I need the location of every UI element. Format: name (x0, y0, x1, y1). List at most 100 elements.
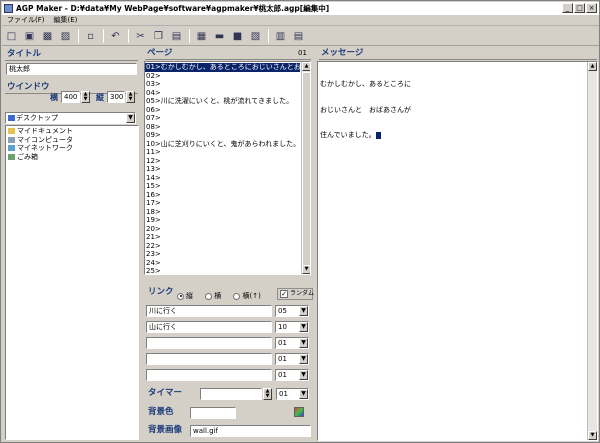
title-bar: AGP Maker - D:¥data¥My WebPage¥software¥… (2, 2, 599, 15)
maximize-button[interactable]: □ (574, 3, 585, 13)
timer-input[interactable] (200, 388, 262, 400)
page-scrollbar[interactable]: ▲ ▼ (301, 62, 310, 274)
page-line[interactable]: 12> (145, 157, 300, 166)
page-line[interactable]: 10>山に芝刈りにいくと、鬼があらわれました。 (145, 140, 300, 149)
toolbar: □ ▣ ▩ ▨ ▫ ↶ ✂ ❐ ▤ ▦ ▬ ■ ▧ ▥ ▤ (2, 27, 599, 46)
drive-select[interactable]: デスクトップ (5, 112, 136, 124)
page-line[interactable]: 06> (145, 106, 300, 115)
page-line[interactable]: 02> (145, 72, 300, 81)
page-line[interactable]: 15> (145, 182, 300, 191)
delete-page-icon[interactable]: ▧ (249, 30, 262, 43)
page-line[interactable]: 03> (145, 80, 300, 89)
move-page-icon[interactable]: ▬ (213, 30, 226, 43)
menu-edit[interactable]: 編集(E) (54, 15, 78, 25)
recycle-bin-icon (8, 153, 15, 160)
link-page-dropdown-arrow[interactable]: ▼ (299, 370, 308, 380)
insert-page-icon[interactable]: ▦ (195, 30, 208, 43)
page-line[interactable]: 19> (145, 216, 300, 225)
page-line[interactable]: 23> (145, 250, 300, 259)
width-label: 横 (50, 93, 58, 102)
link-page-dropdown-arrow[interactable]: ▼ (299, 338, 308, 348)
height-input[interactable]: 300 (107, 91, 125, 103)
page-number: 01 (298, 49, 307, 57)
page-line[interactable]: 11> (145, 148, 300, 157)
close-button[interactable]: × (586, 3, 597, 13)
height-spinner[interactable]: ▲ ▼ (126, 91, 135, 103)
export-icon[interactable]: ▥ (274, 30, 287, 43)
radio-vertical[interactable]: 縦 (177, 292, 193, 300)
link-text-input[interactable] (146, 353, 272, 365)
undo-icon[interactable]: ↶ (109, 30, 122, 43)
link-page-dropdown-arrow[interactable]: ▼ (299, 322, 308, 332)
page-line[interactable]: 21> (145, 233, 300, 242)
page-line[interactable]: 13> (145, 165, 300, 174)
radio-horizontal[interactable]: 横 (205, 292, 221, 300)
page-editor[interactable]: 01>むかしむかし、あるところにおじいさんとおば 02> 03> 04> 05>川に洗濯… (144, 61, 311, 275)
menu-file[interactable]: ファイル(F) (7, 15, 45, 25)
page-line[interactable]: 20> (145, 225, 300, 234)
radio-horizontal-up[interactable]: 横(↑) (233, 292, 261, 300)
link-text-input[interactable]: 山に行く (146, 321, 272, 333)
minimize-button[interactable]: _ (562, 3, 573, 13)
menu-bar: ファイル(F) 編集(E) (2, 15, 599, 26)
new-file-icon[interactable]: □ (5, 30, 18, 43)
app-window: AGP Maker - D:¥data¥My WebPage¥software¥… (0, 0, 600, 443)
computer-icon (8, 136, 15, 143)
page-line[interactable]: 09> (145, 131, 300, 140)
drive-select-value: デスクトップ (16, 114, 58, 122)
scroll-down-arrow[interactable]: ▼ (302, 265, 310, 274)
print-icon[interactable]: ▤ (292, 30, 305, 43)
color-picker-icon[interactable] (294, 407, 304, 417)
scroll-up-arrow[interactable]: ▲ (302, 62, 310, 71)
title-input[interactable]: 桃太郎 (6, 63, 137, 75)
page-line[interactable]: 01>むかしむかし、あるところにおじいさんとおば (145, 63, 308, 72)
timer-page-dropdown-arrow[interactable]: ▼ (299, 389, 308, 399)
message-editor[interactable]: むかしむかし、あるところに おじいさんと おばあさんが 住んでいました。 ▲ ▼ (317, 61, 598, 441)
link-text-input[interactable] (146, 369, 272, 381)
bg-image-label: 背景画像 (148, 425, 183, 435)
drive-dropdown-arrow[interactable]: ▼ (126, 113, 135, 123)
link-page-dropdown-arrow[interactable]: ▼ (299, 354, 308, 364)
page-line[interactable]: 14> (145, 174, 300, 183)
link-text-input[interactable] (146, 337, 272, 349)
page-line[interactable]: 16> (145, 191, 300, 200)
desktop-icon (8, 115, 15, 121)
width-spinner[interactable]: ▲ ▼ (81, 91, 90, 103)
page-line[interactable]: 17> (145, 199, 300, 208)
random-checkbox[interactable]: ✓ ランダム (277, 288, 314, 300)
page-lines: 01>むかしむかし、あるところにおじいさんとおば 02> 03> 04> 05>川に洗濯… (145, 63, 308, 274)
bg-color-input[interactable] (190, 407, 236, 419)
link-page-dropdown-arrow[interactable]: ▼ (299, 306, 308, 316)
message-scroll-down-arrow[interactable]: ▼ (588, 431, 597, 440)
text-cursor (375, 131, 381, 139)
page-line[interactable]: 22> (145, 242, 300, 251)
page-line[interactable]: 07> (145, 114, 300, 123)
page-line[interactable]: 04> (145, 89, 300, 98)
folder-icon (8, 128, 15, 135)
copy-icon[interactable]: ❐ (152, 30, 165, 43)
message-scroll-up-arrow[interactable]: ▲ (588, 62, 597, 71)
scroll-thumb[interactable] (302, 72, 310, 267)
image-page-icon[interactable]: ■ (231, 30, 244, 43)
timer-label: タイマー (148, 388, 183, 398)
save-as-icon[interactable]: ▨ (59, 30, 72, 43)
page-line[interactable]: 25> (145, 267, 300, 274)
page-line[interactable]: 24> (145, 259, 300, 268)
folder-tree: マイドキュメント マイコンピュータ マイネットワーク ごみ箱 (5, 125, 139, 440)
open-folder-icon[interactable]: ▣ (23, 30, 36, 43)
message-scrollbar[interactable]: ▲ ▼ (587, 62, 597, 440)
page-line[interactable]: 18> (145, 208, 300, 217)
save-icon[interactable]: ▩ (41, 30, 54, 43)
paste-icon[interactable]: ▤ (170, 30, 183, 43)
tree-item-recyclebin[interactable]: ごみ箱 (8, 153, 136, 162)
width-input[interactable]: 400 (61, 91, 80, 103)
timer-spinner[interactable]: ▲ ▼ (263, 388, 272, 400)
network-icon (8, 145, 15, 152)
cut-icon[interactable]: ✂ (134, 30, 147, 43)
page-line[interactable]: 08> (145, 123, 300, 132)
link-text-input[interactable]: 川に行く (146, 305, 272, 317)
preview-icon[interactable]: ▫ (84, 30, 97, 43)
bg-image-input[interactable]: wall.gif (190, 425, 311, 437)
page-line[interactable]: 05>川に洗濯にいくと、桃が流れてきました。 (145, 97, 300, 106)
app-icon (4, 4, 13, 13)
